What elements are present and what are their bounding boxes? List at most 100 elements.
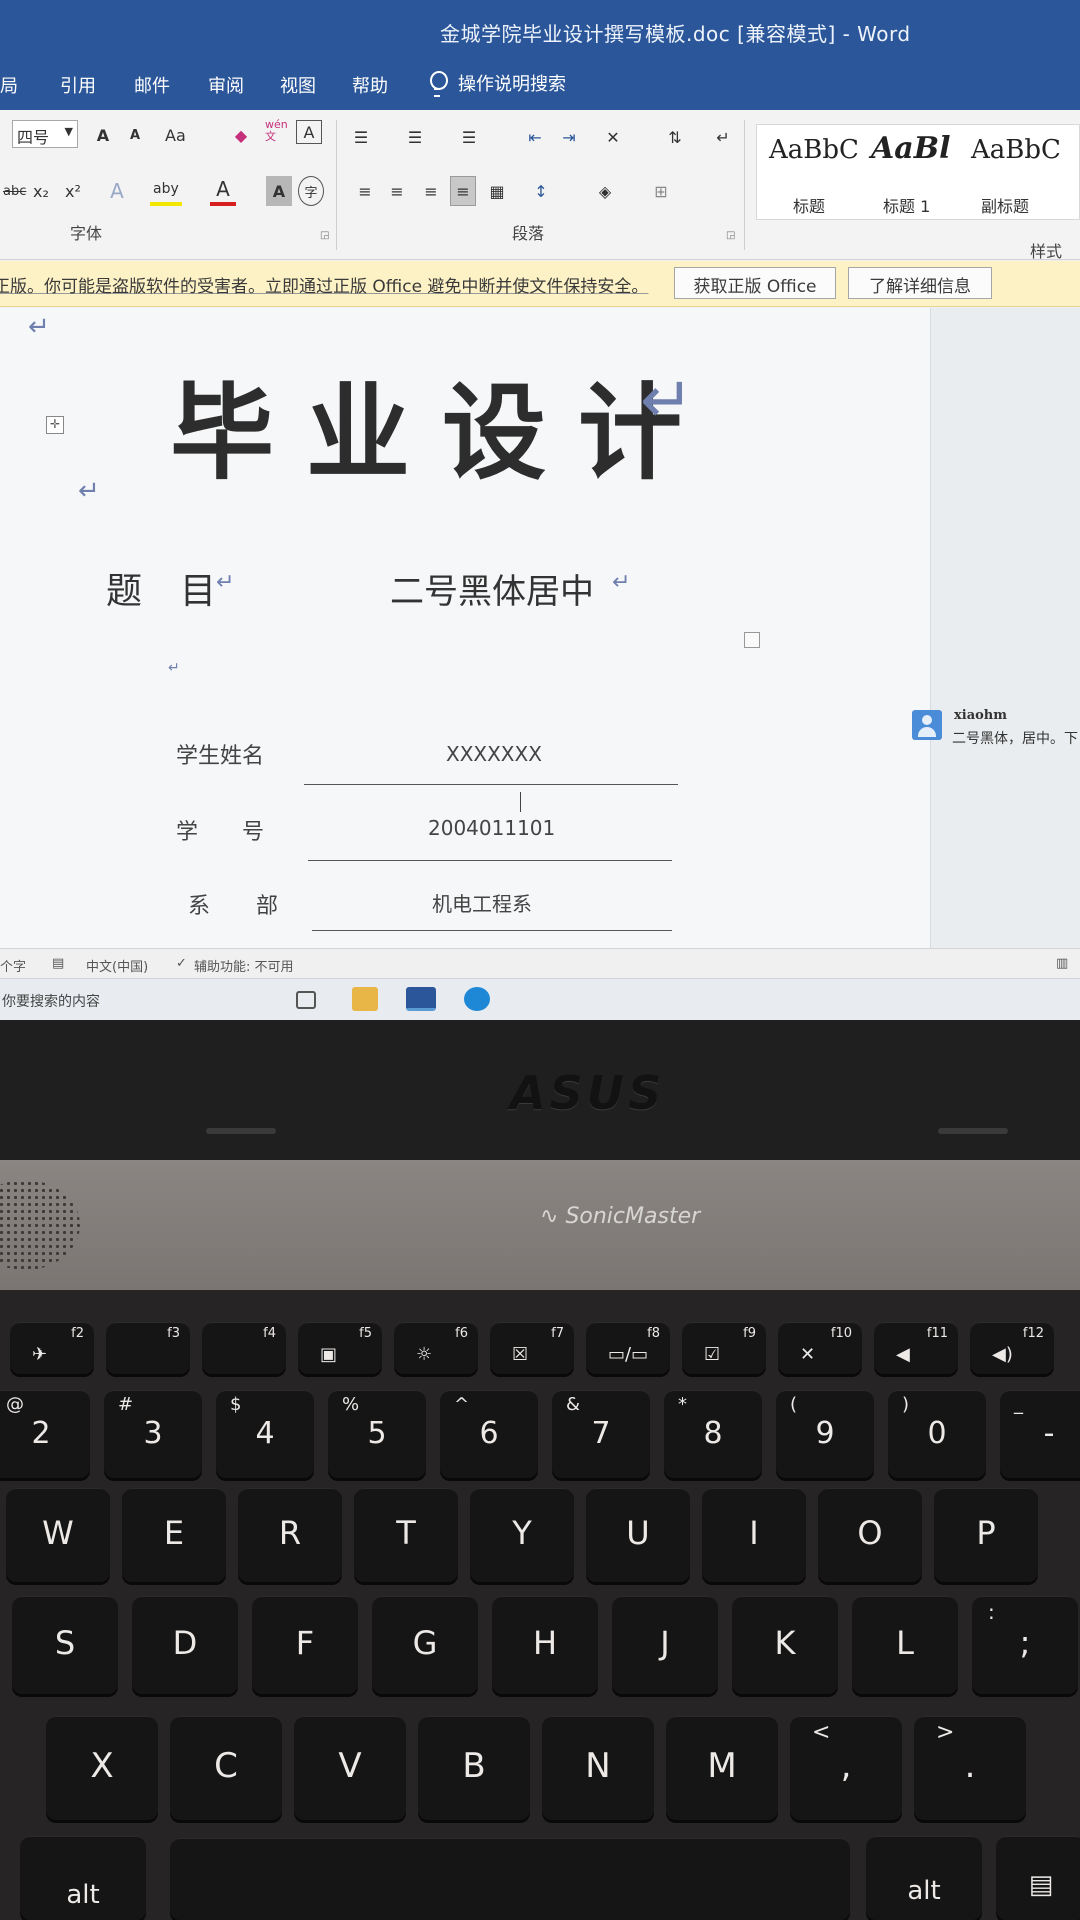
phonetic-guide-button[interactable]: wén 文	[262, 116, 291, 146]
number-key-7[interactable]: & 7	[552, 1390, 650, 1478]
word-count[interactable]: 个字	[0, 956, 26, 975]
function-key-f11[interactable]: f11 ◀	[874, 1322, 958, 1374]
key-w[interactable]: W	[6, 1488, 110, 1582]
highlight-button[interactable]: aby	[150, 176, 182, 206]
eraser-icon[interactable]: ◆	[228, 120, 254, 150]
align-right-icon[interactable]: ≡	[418, 176, 444, 206]
multilevel-list-icon[interactable]: ☰	[456, 122, 482, 152]
number-key-0[interactable]: ) 0	[888, 1390, 986, 1478]
character-shading-button[interactable]: A	[266, 176, 292, 206]
increase-indent-icon[interactable]: ⇥	[556, 122, 582, 152]
chinese-layout-icon[interactable]: ✕	[600, 122, 626, 152]
key-v[interactable]: V	[294, 1716, 406, 1820]
tab-view[interactable]: 视图	[280, 72, 316, 98]
text-effects-button[interactable]: A	[104, 176, 130, 206]
enclose-characters-button[interactable]: 字	[298, 176, 324, 206]
function-key-f12[interactable]: f12 ◀)	[970, 1322, 1054, 1374]
key-y[interactable]: Y	[470, 1488, 574, 1582]
word-app-icon[interactable]	[406, 987, 436, 1011]
style-sample-heading1[interactable]: AaBl	[871, 131, 950, 166]
key-m[interactable]: M	[666, 1716, 778, 1820]
proofing-icon[interactable]: ▤	[52, 956, 64, 971]
strikethrough-button[interactable]: abc	[0, 176, 29, 206]
key-c[interactable]: C	[170, 1716, 282, 1820]
character-border-button[interactable]: A	[296, 120, 322, 144]
key-comma[interactable]: <,	[790, 1716, 902, 1820]
key-semicolon[interactable]: :;	[972, 1596, 1078, 1694]
dialog-launcher-icon[interactable]: ◲	[726, 230, 735, 241]
key-x[interactable]: X	[46, 1716, 158, 1820]
number-key-8[interactable]: * 8	[664, 1390, 762, 1478]
key-f[interactable]: F	[252, 1596, 358, 1694]
function-key-f3[interactable]: f3	[106, 1322, 190, 1374]
key-r[interactable]: R	[238, 1488, 342, 1582]
taskbar-search-input[interactable]: 你要搜索的内容	[2, 991, 100, 1011]
decrease-indent-icon[interactable]: ⇤	[522, 122, 548, 152]
file-explorer-icon[interactable]	[352, 987, 378, 1011]
view-mode-icon[interactable]: ▥	[1056, 956, 1068, 971]
show-marks-icon[interactable]: ↵	[710, 122, 736, 152]
key-b[interactable]: B	[418, 1716, 530, 1820]
comment-text[interactable]: 二号黑体，居中。下	[952, 728, 1078, 748]
key-alt-right[interactable]: alt	[866, 1836, 982, 1920]
distributed-icon[interactable]: ▦	[484, 176, 510, 206]
sort-icon[interactable]: ⇅	[662, 122, 688, 152]
key-t[interactable]: T	[354, 1488, 458, 1582]
number-key-5[interactable]: % 5	[328, 1390, 426, 1478]
function-key-f6[interactable]: f6 ☼	[394, 1322, 478, 1374]
number-key-3[interactable]: #3	[104, 1390, 202, 1478]
number-key-2[interactable]: @2	[0, 1390, 90, 1478]
key-space[interactable]	[170, 1838, 850, 1920]
key-s[interactable]: S	[12, 1596, 118, 1694]
bullets-icon[interactable]: ☰	[348, 122, 374, 152]
number-key-9[interactable]: (9	[776, 1390, 874, 1478]
function-key-f7[interactable]: f7 ☒	[490, 1322, 574, 1374]
key-e[interactable]: E	[122, 1488, 226, 1582]
function-key-f5[interactable]: f5 ▣	[298, 1322, 382, 1374]
table-move-handle-icon[interactable]: ✛	[46, 416, 64, 434]
grow-font-button[interactable]: A	[90, 120, 116, 150]
key-n[interactable]: N	[542, 1716, 654, 1820]
key-g[interactable]: G	[372, 1596, 478, 1694]
key-alt-left[interactable]: alt	[20, 1836, 146, 1920]
key-u[interactable]: U	[586, 1488, 690, 1582]
function-key-f2[interactable]: f2 ✈	[10, 1322, 94, 1374]
function-key-f4[interactable]: f4	[202, 1322, 286, 1374]
function-key-f8[interactable]: f8 ▭/▭	[586, 1322, 670, 1374]
tab-help[interactable]: 帮助	[352, 72, 388, 98]
key-i[interactable]: I	[702, 1488, 806, 1582]
key-period[interactable]: >.	[914, 1716, 1026, 1820]
key-d[interactable]: D	[132, 1596, 238, 1694]
key-menu[interactable]: ▤	[996, 1836, 1080, 1920]
task-view-icon[interactable]	[296, 991, 316, 1009]
style-sample-title[interactable]: AaBbC	[769, 135, 859, 165]
superscript-button[interactable]: x²	[60, 176, 86, 206]
tell-me-search[interactable]: 操作说明搜索	[428, 70, 566, 97]
key-h[interactable]: H	[492, 1596, 598, 1694]
change-case-button[interactable]: Aa	[162, 120, 189, 150]
key-j[interactable]: J	[612, 1596, 718, 1694]
align-left-icon[interactable]: ≡	[352, 176, 378, 206]
line-spacing-icon[interactable]: ↕	[528, 176, 554, 206]
function-key-f10[interactable]: f10 ✕	[778, 1322, 862, 1374]
shading-icon[interactable]: ◈	[592, 176, 618, 206]
number-key--[interactable]: _ -	[1000, 1390, 1080, 1478]
shrink-font-button[interactable]: A	[122, 120, 148, 150]
key-o[interactable]: O	[818, 1488, 922, 1582]
language-indicator[interactable]: 中文(中国)	[86, 956, 148, 975]
accessibility-status[interactable]: 辅助功能: 不可用	[194, 956, 294, 975]
key-l[interactable]: L	[852, 1596, 958, 1694]
font-size-select[interactable]: 四号 ▼	[12, 120, 78, 148]
align-center-icon[interactable]: ≡	[384, 176, 410, 206]
comment-anchor-icon[interactable]	[744, 632, 760, 648]
subscript-button[interactable]: x₂	[28, 176, 54, 206]
number-key-4[interactable]: $4	[216, 1390, 314, 1478]
key-p[interactable]: P	[934, 1488, 1038, 1582]
edge-browser-icon[interactable]	[464, 987, 490, 1011]
tab-mailings[interactable]: 邮件	[134, 72, 170, 98]
justify-icon[interactable]: ≡	[450, 176, 476, 206]
tab-review[interactable]: 审阅	[208, 72, 244, 98]
learn-more-button[interactable]: 了解详细信息	[848, 267, 992, 299]
document-page[interactable]: ↵ 毕业设计 ↵ ↵ ✛ 题目 ↵ 二号黑体居中 ↵ ↵ 学生姓名 XXXXXX…	[0, 308, 930, 948]
borders-icon[interactable]: ⊞	[648, 176, 674, 206]
